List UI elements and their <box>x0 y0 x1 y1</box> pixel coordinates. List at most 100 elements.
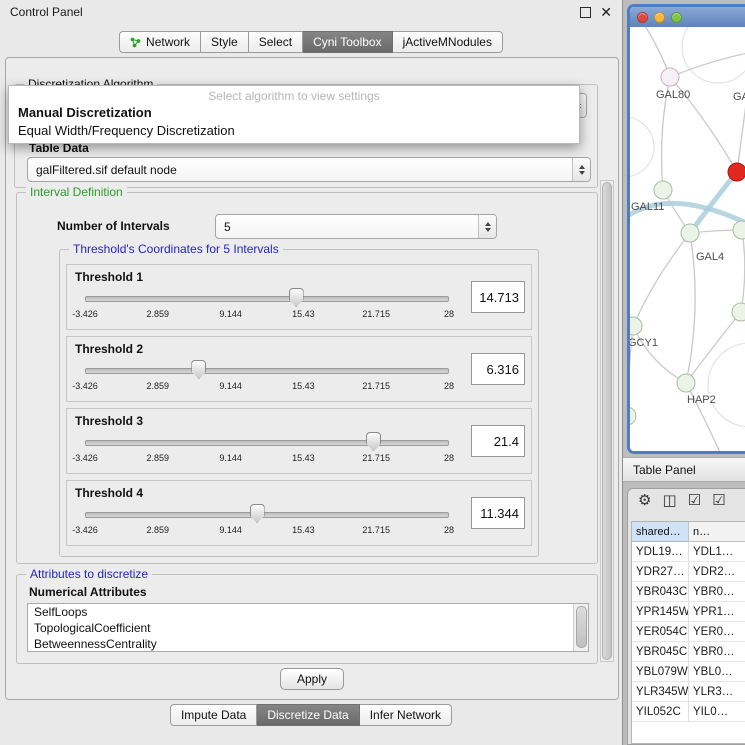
column-header-1[interactable]: n… <box>689 522 745 542</box>
table-row[interactable]: YDL19…YDL1… <box>632 542 745 562</box>
attribute-item-topologicalcoefficient[interactable]: TopologicalCoefficient <box>28 620 574 636</box>
table-row[interactable]: YIL052CYIL0… <box>632 702 745 722</box>
network-edge <box>741 230 745 312</box>
threshold-slider[interactable]: -3.4262.8599.14415.4321.71528 <box>85 288 449 322</box>
minimize-traffic-light-icon[interactable] <box>654 12 665 23</box>
table-cell: YPR145W <box>632 602 689 621</box>
threshold-panel: Threshold 3 -3.4262.8599.14415.4321.7152… <box>66 408 532 474</box>
slider-tick-label: 15.43 <box>292 309 315 319</box>
slider-track[interactable] <box>85 296 449 302</box>
table-row[interactable]: YBR045CYBR0… <box>632 642 745 662</box>
tab-discretize-data[interactable]: Discretize Data <box>257 704 359 726</box>
slider-thumb[interactable] <box>289 288 304 307</box>
slider-track[interactable] <box>85 440 449 446</box>
algorithm-dropdown-popup: Select algorithm to view settings Manual… <box>8 85 580 144</box>
slider-tick-label: 9.144 <box>219 525 242 535</box>
table-row[interactable]: YBR043CYBR0… <box>632 582 745 602</box>
table-row[interactable]: YBL079WYBL0… <box>632 662 745 682</box>
thresholds-group-title: Threshold's Coordinates for 5 Intervals <box>69 242 283 256</box>
threshold-slider[interactable]: -3.4262.8599.14415.4321.71528 <box>85 504 449 538</box>
threshold-panel: Threshold 1 -3.4262.8599.14415.4321.7152… <box>66 264 532 330</box>
table-cell: YBR0… <box>689 642 745 661</box>
column-header-0[interactable]: shared… <box>632 522 689 542</box>
tab-network[interactable]: Network <box>119 31 201 53</box>
attribute-item-betweennesscentrality[interactable]: BetweennessCentrality <box>28 636 574 652</box>
threshold-value-field[interactable]: 21.4 <box>471 425 525 457</box>
number-of-intervals-value: 5 <box>216 220 478 234</box>
attributes-group: Attributes to discretize Numerical Attri… <box>16 574 598 664</box>
slider-track[interactable] <box>85 368 449 374</box>
network-node[interactable] <box>681 224 699 242</box>
slider-thumb[interactable] <box>191 360 206 379</box>
table-toolbar: ⚙ ◫ ☑ ☑ <box>638 493 726 508</box>
tab-label: Style <box>211 35 238 49</box>
gear-icon[interactable]: ⚙ <box>638 493 651 508</box>
tab-select[interactable]: Select <box>249 31 303 53</box>
table-row[interactable]: YLR345WYLR3… <box>632 682 745 702</box>
network-node[interactable] <box>630 317 642 335</box>
slider-tick-label: 2.859 <box>147 453 170 463</box>
network-node[interactable] <box>732 303 745 321</box>
tab-jactivemnodules[interactable]: jActiveMNodules <box>393 31 503 53</box>
background-arc <box>708 343 745 427</box>
scrollbar-thumb[interactable] <box>602 182 612 660</box>
tab-infer-network[interactable]: Infer Network <box>360 704 452 726</box>
algorithm-popup-options: Manual DiscretizationEqual Width/Frequen… <box>9 104 579 140</box>
slider-tick-label: 15.43 <box>292 381 315 391</box>
table-cell: YDR2… <box>689 562 745 581</box>
float-window-icon[interactable] <box>580 7 591 18</box>
select-all-columns-icon[interactable]: ☑ <box>688 493 701 508</box>
network-node[interactable] <box>677 374 695 392</box>
number-of-intervals-combobox[interactable]: 5 <box>215 214 497 239</box>
bottom-tabs: Impute Data Discretize Data Infer Network <box>0 704 622 726</box>
network-edge <box>633 326 686 383</box>
network-node[interactable] <box>630 407 636 425</box>
interval-definition-group: Interval Definition Number of Intervals … <box>16 192 598 564</box>
tab-label: Discretize Data <box>267 708 348 722</box>
slider-tick-label: 2.859 <box>147 525 170 535</box>
table-row[interactable]: YPR145WYPR1… <box>632 602 745 622</box>
threshold-value-field[interactable]: 6.316 <box>471 353 525 385</box>
table-header-row: shared…n… <box>632 522 745 542</box>
table-data-combobox[interactable]: galFiltered.sif default node <box>27 157 591 182</box>
table-cell: YBL079W <box>632 662 689 681</box>
network-canvas[interactable]: GAL80GAGAL11GAL4GCY1HAP2 <box>630 27 745 451</box>
tab-label: Infer Network <box>370 708 441 722</box>
algorithm-option-manual-discretization[interactable]: Manual Discretization <box>9 104 579 122</box>
control-panel-scrollbar[interactable] <box>600 180 614 662</box>
attribute-item-selfloops[interactable]: SelfLoops <box>28 604 574 620</box>
zoom-traffic-light-icon[interactable] <box>671 12 682 23</box>
network-node[interactable] <box>728 163 745 181</box>
attributes-scrollbar[interactable] <box>573 604 588 651</box>
network-node[interactable] <box>733 221 745 239</box>
network-node[interactable] <box>661 68 679 86</box>
cyni-toolbox-panel: Discretization Algorithm Table Data galF… <box>5 57 619 700</box>
slider-thumb[interactable] <box>250 504 265 523</box>
table-row[interactable]: YDR27…YDR2… <box>632 562 745 582</box>
network-icon <box>130 37 141 48</box>
close-traffic-light-icon[interactable] <box>637 12 648 23</box>
threshold-slider[interactable]: -3.4262.8599.14415.4321.71528 <box>85 432 449 466</box>
threshold-value-field[interactable]: 11.344 <box>471 497 525 529</box>
slider-tick-labels: -3.4262.8599.14415.4321.71528 <box>85 453 449 465</box>
node-label: GAL80 <box>656 89 690 101</box>
slider-track[interactable] <box>85 512 449 518</box>
table-cell: YLR345W <box>632 682 689 701</box>
table-row[interactable]: YER054CYER0… <box>632 622 745 642</box>
tab-style[interactable]: Style <box>201 31 249 53</box>
network-edge <box>633 233 690 326</box>
apply-button[interactable]: Apply <box>280 668 344 690</box>
scrollbar-thumb[interactable] <box>576 606 587 648</box>
network-node[interactable] <box>654 181 672 199</box>
attributes-group-title: Attributes to discretize <box>26 567 152 581</box>
close-icon[interactable]: ✕ <box>600 5 612 19</box>
threshold-value-field[interactable]: 14.713 <box>471 281 525 313</box>
select-rows-icon[interactable]: ☑ <box>712 493 725 508</box>
threshold-slider[interactable]: -3.4262.8599.14415.4321.71528 <box>85 360 449 394</box>
column-selector-icon[interactable]: ◫ <box>662 493 676 508</box>
network-window-titlebar <box>630 7 745 27</box>
slider-thumb[interactable] <box>366 432 381 451</box>
tab-cyni-toolbox[interactable]: Cyni Toolbox <box>303 31 392 53</box>
tab-impute-data[interactable]: Impute Data <box>170 704 257 726</box>
algorithm-option-equal-width-frequency-discretization[interactable]: Equal Width/Frequency Discretization <box>9 122 579 140</box>
